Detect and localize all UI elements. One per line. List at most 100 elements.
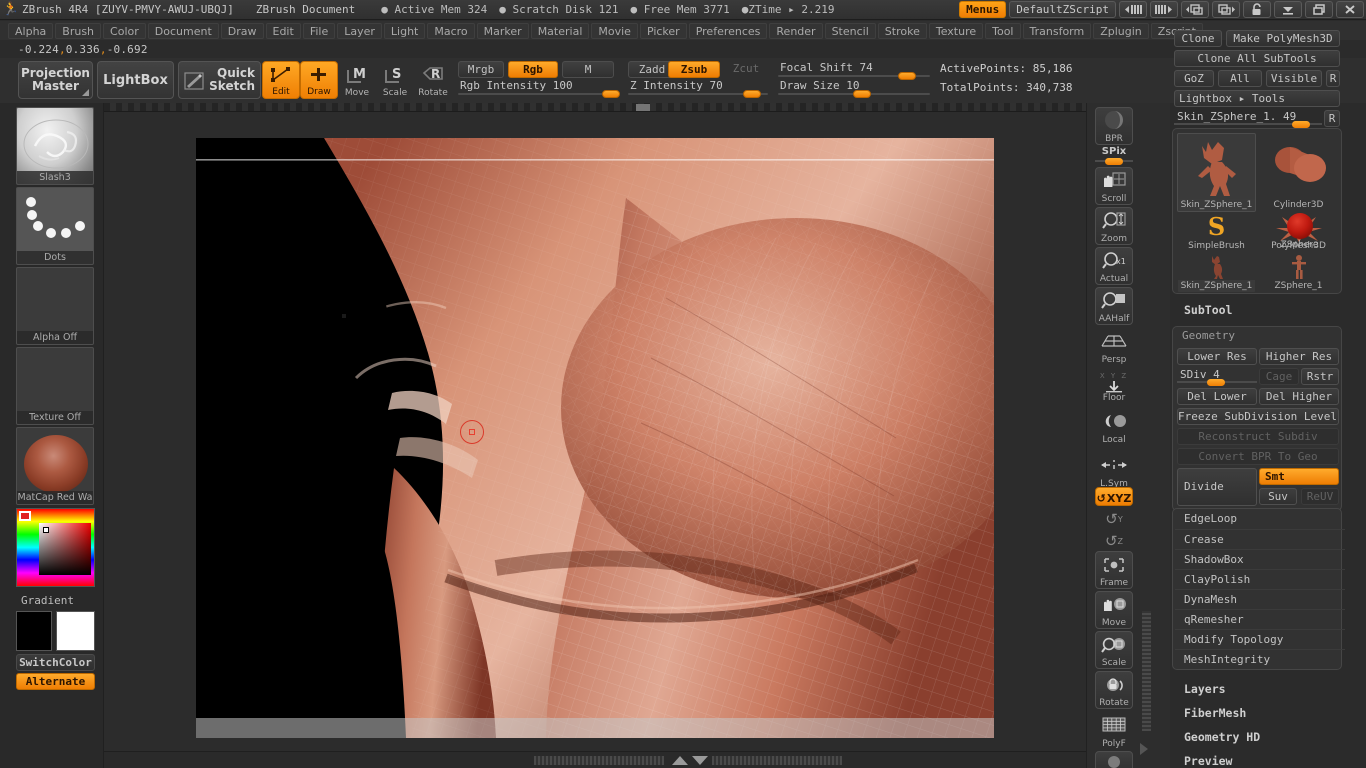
tray-left-icon[interactable]: [1119, 1, 1147, 18]
tool-item[interactable]: S SimpleBrush: [1177, 213, 1256, 253]
tool-item[interactable]: Skin_ZSphere_1: [1177, 133, 1256, 212]
tool-item[interactable]: ZSphere: [1260, 212, 1339, 252]
brush-swatch[interactable]: Slash3: [16, 107, 94, 185]
divide-button[interactable]: Divide: [1177, 468, 1257, 506]
menu-light[interactable]: Light: [383, 22, 426, 39]
cage-button[interactable]: Cage: [1259, 368, 1299, 385]
switch-color-button[interactable]: SwitchColor: [16, 654, 95, 671]
color-picker-cursor[interactable]: [43, 527, 49, 533]
rgb-intensity-slider[interactable]: Rgb Intensity 100: [458, 79, 620, 98]
del-higher-button[interactable]: Del Higher: [1259, 388, 1339, 405]
lightbox-button[interactable]: LightBox: [97, 61, 174, 99]
secondary-color-swatch[interactable]: [56, 611, 95, 651]
focal-shift-slider[interactable]: Focal Shift 74: [778, 61, 930, 80]
section-claypolish[interactable]: ClayPolish: [1175, 569, 1345, 589]
hscroll-thumb-left[interactable]: [534, 756, 664, 765]
section-dynamesh[interactable]: DynaMesh: [1175, 589, 1345, 609]
menu-texture[interactable]: Texture: [928, 22, 984, 39]
transp-button[interactable]: [1095, 751, 1133, 768]
texture-swatch[interactable]: Texture Off: [16, 347, 94, 425]
spix-slider[interactable]: SPix: [1095, 147, 1133, 165]
scale-mode-button[interactable]: S Scale: [376, 61, 414, 99]
menu-tool[interactable]: Tool: [985, 22, 1021, 39]
menu-marker[interactable]: Marker: [476, 22, 529, 39]
document-canvas[interactable]: [196, 138, 994, 738]
color-picker[interactable]: [16, 508, 95, 587]
alternate-button[interactable]: Alternate: [16, 673, 95, 690]
menus-button[interactable]: Menus: [959, 1, 1007, 18]
move-mode-button[interactable]: M Move: [338, 61, 376, 99]
lower-res-button[interactable]: Lower Res: [1177, 348, 1257, 365]
tool-item[interactable]: ZSphere_1: [1259, 253, 1338, 293]
right-panel-expand-arrow-icon[interactable]: [1140, 743, 1148, 755]
actual-button[interactable]: x1 Actual: [1095, 247, 1133, 285]
y-rotate-button[interactable]: ↺ Y: [1095, 508, 1133, 530]
xyz-axis-button[interactable]: ↺ XYZ: [1095, 487, 1133, 506]
menu-zplugin[interactable]: Zplugin: [1093, 22, 1149, 39]
menu-macro[interactable]: Macro: [427, 22, 475, 39]
stroke-swatch[interactable]: Dots: [16, 187, 94, 265]
subtool-header[interactable]: SubTool: [1184, 303, 1232, 317]
section-edgeloop[interactable]: EdgeLoop: [1175, 509, 1345, 529]
zoom-button[interactable]: Zoom: [1095, 207, 1133, 245]
goz-r-button[interactable]: R: [1326, 70, 1340, 87]
alpha-swatch[interactable]: Alpha Off: [16, 267, 94, 345]
smt-button[interactable]: Smt: [1259, 468, 1339, 485]
z-intensity-slider[interactable]: Z Intensity 70: [628, 79, 768, 98]
palette-layers[interactable]: Layers: [1184, 682, 1226, 696]
z-rotate-button[interactable]: ↺ Z: [1095, 530, 1133, 552]
menu-file[interactable]: File: [302, 22, 336, 39]
palette-fibermesh[interactable]: FiberMesh: [1184, 706, 1246, 720]
rail-move-button[interactable]: Move: [1095, 591, 1133, 629]
projection-master-button[interactable]: Projection Master: [18, 61, 93, 99]
section-modify-topology[interactable]: Modify Topology: [1175, 629, 1345, 649]
material-swatch[interactable]: MatCap Red Wa: [16, 427, 94, 505]
tool-item[interactable]: Cylinder3D: [1259, 133, 1338, 212]
higher-res-button[interactable]: Higher Res: [1259, 348, 1339, 365]
aahalf-button[interactable]: AAHalf: [1095, 287, 1133, 325]
canvas-bottom-scrollbar[interactable]: [104, 751, 1086, 768]
scroll-up-arrow-icon[interactable]: [672, 756, 688, 765]
palette-preview[interactable]: Preview: [1184, 754, 1232, 768]
primary-color-swatch[interactable]: [16, 611, 52, 651]
freeze-subdivision-levels-button[interactable]: Freeze SubDivision Levels: [1177, 408, 1339, 425]
draw-size-slider[interactable]: Draw Size 10: [778, 79, 930, 98]
menu-document[interactable]: Document: [147, 22, 219, 39]
clone-button[interactable]: Clone: [1174, 30, 1222, 47]
menu-alpha[interactable]: Alpha: [8, 22, 54, 39]
draw-mode-button[interactable]: Draw: [300, 61, 338, 99]
menu-render[interactable]: Render: [769, 22, 823, 39]
persp-button[interactable]: Persp: [1095, 327, 1133, 365]
scroll-button[interactable]: Scroll: [1095, 167, 1133, 205]
menu-preferences[interactable]: Preferences: [688, 22, 768, 39]
menu-brush[interactable]: Brush: [55, 22, 102, 39]
zcut-button[interactable]: Zcut: [724, 61, 768, 78]
canvas-area[interactable]: [104, 103, 1086, 751]
gradient-button[interactable]: Gradient: [16, 593, 95, 610]
draw-size-knob[interactable]: [853, 90, 871, 98]
menu-transform[interactable]: Transform: [1022, 22, 1092, 39]
floor-button[interactable]: X Y Z Floor: [1095, 365, 1133, 403]
menu-color[interactable]: Color: [103, 22, 146, 39]
frame-button[interactable]: Frame: [1095, 551, 1133, 589]
section-meshintegrity[interactable]: MeshIntegrity: [1175, 649, 1345, 669]
clone-all-subtools-button[interactable]: Clone All SubTools: [1174, 50, 1340, 67]
rstr-button[interactable]: Rstr: [1301, 368, 1339, 385]
reuv-button[interactable]: ReUV: [1301, 488, 1339, 505]
right-panel-scrollbar[interactable]: [1136, 103, 1170, 768]
palette-geometry-hd[interactable]: Geometry HD: [1184, 730, 1260, 744]
convert-bpr-to-geo-button[interactable]: Convert BPR To Geo: [1177, 448, 1339, 465]
reconstruct-subdiv-button[interactable]: Reconstruct Subdiv: [1177, 428, 1339, 445]
rail-scale-button[interactable]: Scale: [1095, 631, 1133, 669]
m-button[interactable]: M: [562, 61, 614, 78]
tool-item[interactable]: Skin_ZSphere_1: [1177, 253, 1256, 293]
rgb-intensity-knob[interactable]: [602, 90, 620, 98]
tool-item-size-slider[interactable]: Skin_ZSphere_1. 49: [1174, 110, 1322, 128]
tool-item-size-r-button[interactable]: R: [1324, 110, 1340, 127]
make-polymesh3d-button[interactable]: Make PolyMesh3D: [1226, 30, 1340, 47]
canvas-strip-handle[interactable]: [636, 104, 650, 111]
rotate-mode-button[interactable]: R Rotate: [414, 61, 452, 99]
goz-visible-button[interactable]: Visible: [1266, 70, 1322, 87]
menu-picker[interactable]: Picker: [639, 22, 687, 39]
del-lower-button[interactable]: Del Lower: [1177, 388, 1257, 405]
